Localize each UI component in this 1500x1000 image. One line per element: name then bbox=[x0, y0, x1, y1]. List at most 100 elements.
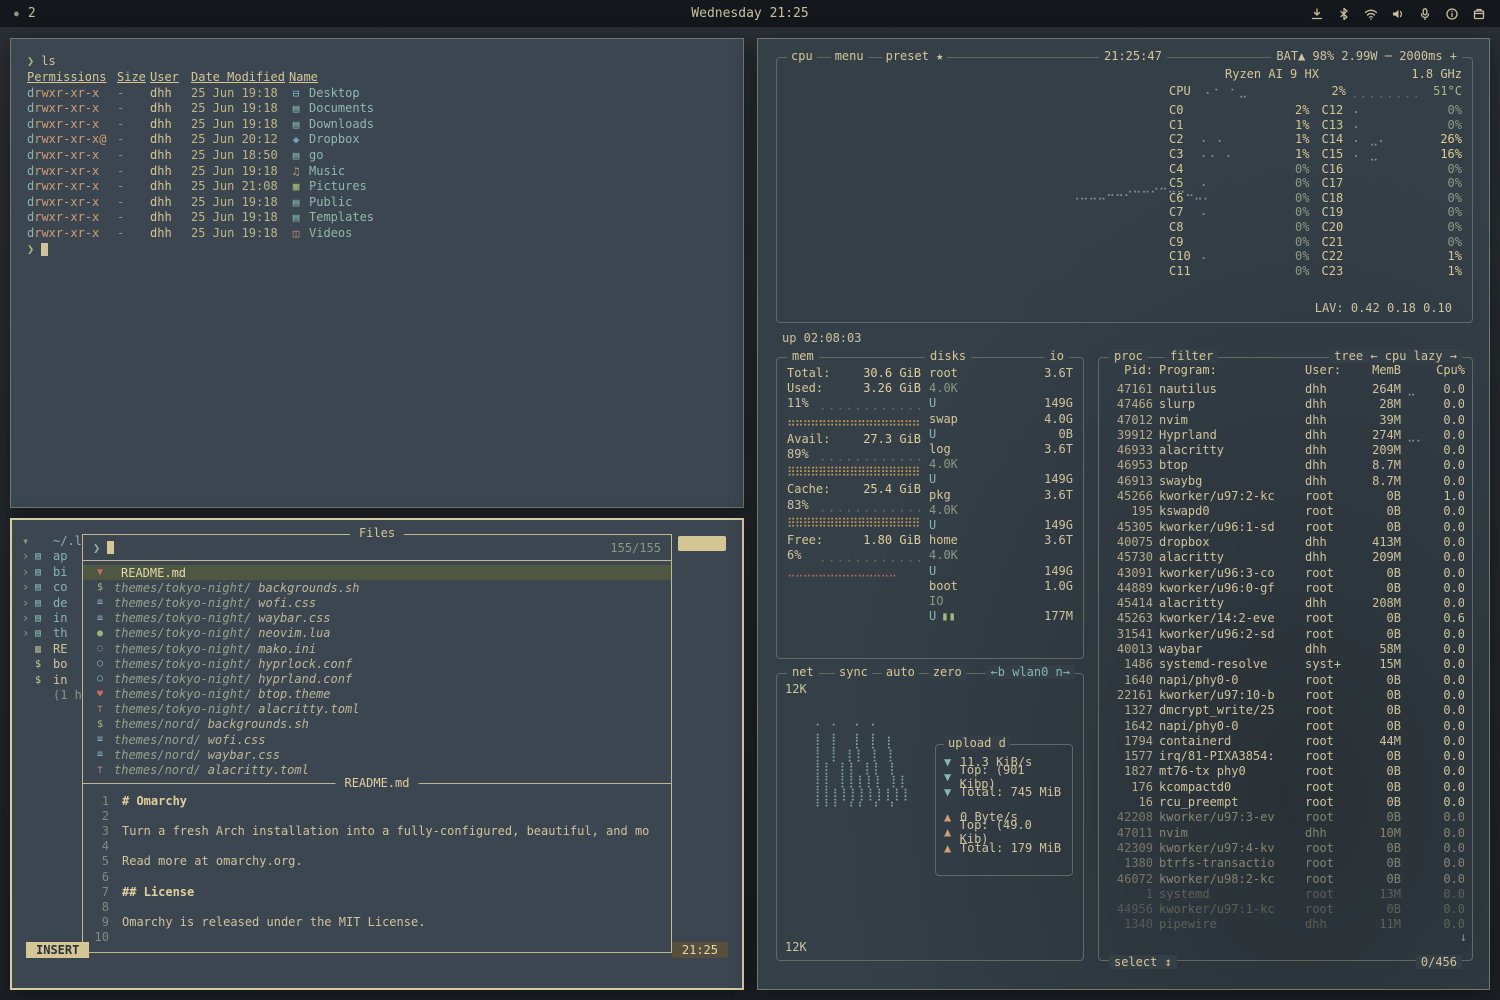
workspace-indicator[interactable]: 2 bbox=[28, 6, 36, 21]
proc-filter-button[interactable]: filter bbox=[1165, 349, 1218, 363]
process-mem: 209M bbox=[1355, 550, 1401, 565]
mic-icon[interactable] bbox=[1418, 7, 1432, 21]
tab-mem[interactable]: mem bbox=[787, 349, 819, 363]
process-row[interactable]: 39912 Hyprland dhh 274M ⣀⡀ 0.0 bbox=[1107, 428, 1464, 443]
system-monitor-window[interactable]: cpu menu preset ★ 21:25:47 BAT▲ 98% 2.99… bbox=[757, 38, 1490, 990]
process-row[interactable]: 1642 napi/phy0-0 root 0B 0.0 bbox=[1107, 719, 1464, 734]
process-row[interactable]: 47466 slurp dhh 28M 0.0 bbox=[1107, 397, 1464, 412]
picker-item[interactable]: ◌ themes/tokyo-night/mako.ini bbox=[83, 641, 671, 656]
process-row[interactable]: 1327 dmcrypt_write/25 root 0B 0.0 bbox=[1107, 703, 1464, 718]
net-mode-sync[interactable]: sync bbox=[835, 665, 872, 679]
process-row[interactable]: 1486 systemd-resolve syst+ 15M 0.0 bbox=[1107, 657, 1464, 672]
core-row: C18 0% bbox=[1322, 191, 1463, 206]
proc-header-program[interactable]: Program: bbox=[1159, 363, 1299, 377]
proc-header-user[interactable]: User: bbox=[1305, 363, 1349, 377]
picker-scrollbar[interactable] bbox=[678, 536, 726, 551]
process-row[interactable]: 46953 btop dhh 8.7M 0.0 bbox=[1107, 458, 1464, 473]
update-icon[interactable] bbox=[1310, 7, 1324, 21]
core-row: C14 ⠄ ⣀⠄ 26% bbox=[1322, 132, 1463, 147]
process-row[interactable]: 45305 kworker/u96:1-sd root 0B 0.0 bbox=[1107, 520, 1464, 535]
process-cpu: 0.0 bbox=[1431, 474, 1464, 489]
net-mode-zero[interactable]: zero bbox=[929, 665, 966, 679]
proc-header-mem[interactable]: MemB bbox=[1355, 363, 1401, 377]
process-row[interactable]: 31541 kworker/u96:2-sd root 0B 0.0 bbox=[1107, 627, 1464, 642]
mem-stat-percent: 89% bbox=[787, 447, 815, 462]
process-row[interactable]: 1794 containerd root 44M 0.0 bbox=[1107, 734, 1464, 749]
picker-item[interactable]: ≡ themes/tokyo-night/waybar.css bbox=[83, 611, 671, 626]
tab-preset[interactable]: preset ★ bbox=[882, 49, 948, 63]
process-row[interactable]: 44889 kworker/u96:0-gf root 0B 0.0 bbox=[1107, 581, 1464, 596]
process-row[interactable]: 47011 nvim dhh 10M 0.0 bbox=[1107, 826, 1464, 841]
picker-item[interactable]: ● themes/tokyo-night/neovim.lua bbox=[83, 626, 671, 641]
picker-item[interactable]: ○ themes/tokyo-night/hyprlock.conf bbox=[83, 656, 671, 671]
process-row[interactable]: 44956 kworker/u97:1-kc root 0B 0.0 bbox=[1107, 902, 1464, 917]
process-row[interactable]: 1577 irq/81-PIXA3854: root 0B 0.0 bbox=[1107, 749, 1464, 764]
battery-status[interactable]: BAT▲ 98% 2.99W ─ 2000ms + bbox=[1271, 49, 1462, 63]
package-icon[interactable] bbox=[1472, 7, 1486, 21]
process-row[interactable]: 1380 btrfs-transactio root 0B 0.0 bbox=[1107, 856, 1464, 871]
proc-header-pid[interactable]: Pid: bbox=[1107, 363, 1153, 377]
core-percent: 0% bbox=[1276, 235, 1310, 249]
process-cpu-graph bbox=[1407, 749, 1425, 764]
proc-select-hint[interactable]: select ↕ bbox=[1109, 955, 1177, 969]
picker-item[interactable]: ≡ themes/tokyo-night/wofi.css bbox=[83, 595, 671, 610]
core-column-left: C0 2% C1 1% C2 bbox=[1169, 103, 1310, 278]
process-row[interactable]: 42208 kworker/u97:3-ev root 0B 0.0 bbox=[1107, 810, 1464, 825]
wifi-icon[interactable] bbox=[1364, 7, 1378, 21]
process-row[interactable]: 46072 kworker/u98:2-kc root 0B 0.0 bbox=[1107, 872, 1464, 887]
picker-item[interactable]: ≡ themes/nord/wofi.css bbox=[83, 732, 671, 747]
process-row[interactable]: 1827 mt76-tx phy0 root 0B 0.0 bbox=[1107, 764, 1464, 779]
file-permissions: drwxr-xr-x bbox=[27, 86, 117, 102]
cpu-total-percent: 2% bbox=[1314, 84, 1346, 98]
process-row[interactable]: 22161 kworker/u97:10-b root 0B 0.0 bbox=[1107, 688, 1464, 703]
process-pid: 46913 bbox=[1107, 474, 1153, 489]
editor-window[interactable]: ▾ ~/.l › ▤ ap › ▤ bi › ▤ bbox=[10, 518, 744, 990]
tab-menu[interactable]: menu bbox=[831, 49, 868, 63]
tab-disks[interactable]: disks bbox=[925, 349, 971, 363]
process-row[interactable]: 43091 kworker/u96:3-co root 0B 0.0 bbox=[1107, 566, 1464, 581]
tab-net[interactable]: net bbox=[787, 665, 819, 679]
process-row[interactable]: 42309 kworker/u97:4-kv root 0B 0.0 bbox=[1107, 841, 1464, 856]
disk-name: root bbox=[929, 366, 958, 381]
process-row[interactable]: 46933 alacritty dhh 209M 0.0 bbox=[1107, 443, 1464, 458]
proc-sort-options[interactable]: tree ← cpu lazy → bbox=[1329, 349, 1462, 363]
process-row[interactable]: 1 systemd root 13M 0.0 bbox=[1107, 887, 1464, 902]
process-row[interactable]: 47161 nautilus dhh 264M ⣀ 0.0 bbox=[1107, 382, 1464, 397]
process-row[interactable]: 16 rcu_preempt root 0B 0.0 bbox=[1107, 795, 1464, 810]
process-row[interactable]: 45263 kworker/14:2-eve root 0B 0.6 bbox=[1107, 611, 1464, 626]
tab-proc[interactable]: proc bbox=[1109, 349, 1148, 363]
tab-io[interactable]: io bbox=[1045, 349, 1069, 363]
proc-header-cpu[interactable]: Cpu% bbox=[1431, 363, 1465, 377]
picker-item[interactable]: ○ themes/tokyo-night/hyprland.conf bbox=[83, 671, 671, 686]
core-percent: 0% bbox=[1276, 205, 1310, 219]
bluetooth-icon[interactable] bbox=[1337, 7, 1351, 21]
process-row[interactable]: 176 kcompactd0 root 0B 0.0 bbox=[1107, 780, 1464, 795]
process-row[interactable]: 45730 alacritty dhh 209M 0.0 bbox=[1107, 550, 1464, 565]
process-row[interactable]: 47012 nvim dhh 39M 0.0 bbox=[1107, 413, 1464, 428]
process-row[interactable]: 40075 dropbox dhh 413M 0.0 bbox=[1107, 535, 1464, 550]
volume-icon[interactable] bbox=[1391, 7, 1405, 21]
picker-item[interactable]: ≡ themes/nord/waybar.css bbox=[83, 747, 671, 762]
picker-item[interactable]: $ themes/nord/backgrounds.sh bbox=[83, 717, 671, 732]
net-mode-auto[interactable]: auto bbox=[882, 665, 919, 679]
process-row[interactable]: 195 kswapd0 root 0B 0.0 bbox=[1107, 504, 1464, 519]
process-row[interactable]: 1640 napi/phy0-0 root 0B 0.0 bbox=[1107, 673, 1464, 688]
info-icon[interactable] bbox=[1445, 7, 1459, 21]
picker-item[interactable]: ⊤ themes/tokyo-night/alacritty.toml bbox=[83, 702, 671, 717]
process-cpu-graph bbox=[1407, 688, 1425, 703]
process-row[interactable]: 1340 pipewire dhh 11M 0.0 bbox=[1107, 917, 1464, 932]
picker-item[interactable]: ▼ README.md bbox=[83, 565, 671, 580]
tab-cpu[interactable]: cpu bbox=[787, 49, 817, 63]
terminal-window[interactable]: ❯ ls Permissions Size User Date Modified… bbox=[10, 38, 744, 508]
picker-item[interactable]: ♥ themes/tokyo-night/btop.theme bbox=[83, 687, 671, 702]
process-user: dhh bbox=[1305, 397, 1349, 412]
picker-item[interactable]: $ themes/tokyo-night/backgrounds.sh bbox=[83, 580, 671, 595]
process-row[interactable]: 45414 alacritty dhh 208M 0.0 bbox=[1107, 596, 1464, 611]
process-row[interactable]: 46913 swaybg dhh 8.7M 0.0 bbox=[1107, 474, 1464, 489]
scroll-down-icon[interactable]: ↓ bbox=[1460, 930, 1467, 944]
process-row[interactable]: 40013 waybar dhh 58M 0.0 bbox=[1107, 642, 1464, 657]
process-row[interactable]: 45266 kworker/u97:2-kc root 0B 1.0 bbox=[1107, 489, 1464, 504]
picker-search-row[interactable]: ❯ 155/155 bbox=[83, 535, 671, 561]
process-program: alacritty bbox=[1159, 596, 1299, 611]
net-interface[interactable]: ←b wlan0 n→ bbox=[986, 665, 1075, 679]
